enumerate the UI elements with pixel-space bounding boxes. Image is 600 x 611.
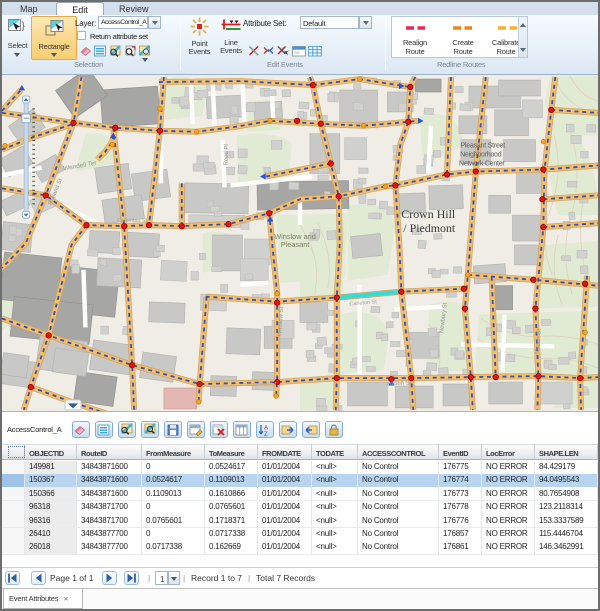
svg-text:Reed Pl: Reed Pl (223, 144, 230, 165)
svg-text:A: A (264, 426, 268, 432)
svg-text:Austin St: Austin St (387, 381, 411, 387)
svg-text:Columbia St: Columbia St (117, 218, 147, 224)
svg-text:Network Center: Network Center (459, 161, 505, 168)
svg-text:Pleasant Street: Pleasant Street (461, 143, 506, 150)
svg-text:Z: Z (264, 432, 268, 437)
svg-text:Crown Hill: Crown Hill (401, 207, 456, 221)
svg-text:Pleasant: Pleasant (281, 240, 310, 249)
svg-text:Chandler St: Chandler St (247, 381, 276, 388)
svg-text:Neighborhood: Neighborhood (460, 152, 502, 159)
svg-text:}: } (22, 21, 26, 32)
svg-text:/ Piedmont: / Piedmont (403, 221, 456, 235)
